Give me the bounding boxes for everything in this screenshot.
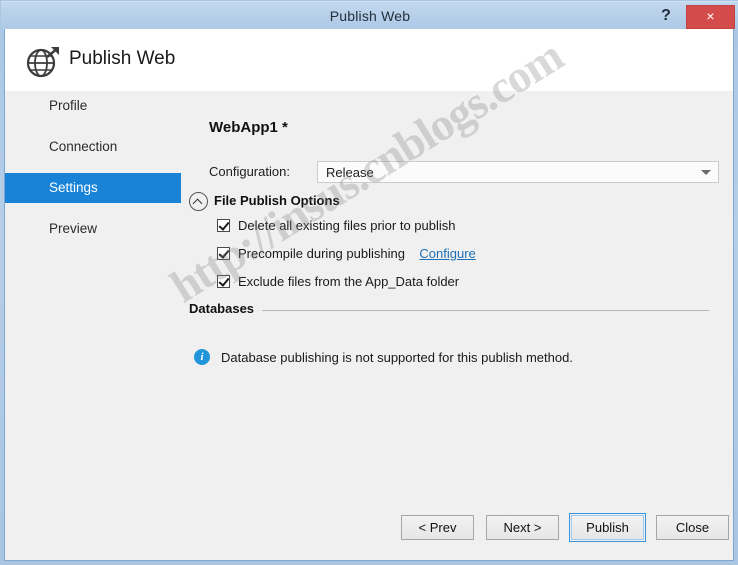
close-window-button[interactable]: × (686, 5, 735, 29)
sidebar-item-label: Settings (49, 180, 98, 195)
publish-web-dialog: Publish Web ? × Publish Web Profile Conn… (0, 0, 738, 565)
section-title: File Publish Options (214, 193, 340, 208)
file-publish-options-section: File Publish Options Delete all existing… (189, 191, 709, 297)
databases-group: Databases i Database publishing is not s… (189, 301, 709, 369)
configure-link[interactable]: Configure (419, 246, 475, 261)
precompile-during-publishing-checkbox[interactable] (217, 247, 230, 260)
sidebar-item-label: Profile (49, 98, 88, 113)
configuration-select[interactable]: Release (317, 161, 719, 183)
exclude-app-data-checkbox[interactable] (217, 275, 230, 288)
sidebar-item-label: Connection (49, 139, 118, 154)
title-bar: Publish Web ? × (1, 1, 738, 29)
page-title: Publish Web (69, 48, 176, 69)
globe-publish-icon (25, 43, 63, 81)
file-publish-options-header[interactable]: File Publish Options (189, 191, 709, 213)
checkbox-row[interactable]: Delete all existing files prior to publi… (189, 216, 709, 241)
group-title: Databases (189, 301, 263, 316)
checkbox-row[interactable]: Exclude files from the App_Data folder (189, 272, 709, 297)
main-panel: WebApp1 * Configuration: Release File Pu… (181, 91, 733, 500)
configuration-value: Release (326, 165, 374, 180)
sidebar: Profile Connection Settings Preview (5, 91, 181, 560)
configuration-label: Configuration: (209, 164, 290, 179)
chevron-up-icon[interactable] (189, 192, 208, 211)
info-icon: i (194, 349, 210, 365)
sidebar-item-preview[interactable]: Preview (5, 214, 181, 244)
app-name-heading: WebApp1 * (209, 119, 288, 136)
header-strip: Publish Web (5, 29, 733, 91)
next-button[interactable]: Next > (486, 515, 559, 540)
window-title: Publish Web (329, 8, 411, 24)
configuration-row: Configuration: Release (209, 161, 719, 183)
sidebar-item-connection[interactable]: Connection (5, 132, 181, 162)
checkbox-label: Delete all existing files prior to publi… (238, 218, 456, 233)
dialog-inner: Publish Web ? × Publish Web Profile Conn… (1, 1, 738, 561)
sidebar-item-label: Preview (49, 221, 98, 236)
databases-group-header: Databases (189, 301, 709, 319)
delete-existing-files-checkbox[interactable] (217, 219, 230, 232)
publish-button[interactable]: Publish (569, 513, 646, 542)
database-info-message: Database publishing is not supported for… (221, 350, 573, 365)
dialog-body: Publish Web Profile Connection Settings … (5, 29, 733, 560)
prev-button[interactable]: < Prev (401, 515, 474, 540)
dialog-footer: < Prev Next > Publish Close (5, 500, 733, 560)
sidebar-item-settings[interactable]: Settings (5, 173, 181, 203)
close-button[interactable]: Close (656, 515, 729, 540)
checkbox-row[interactable]: Precompile during publishing Configure (189, 244, 709, 269)
chevron-down-icon (701, 170, 711, 175)
database-info-row: i Database publishing is not supported f… (189, 349, 709, 369)
divider (189, 310, 709, 311)
checkbox-label: Exclude files from the App_Data folder (238, 274, 460, 289)
sidebar-item-profile[interactable]: Profile (5, 91, 181, 121)
help-button[interactable]: ? (653, 3, 679, 29)
checkbox-label: Precompile during publishing (238, 246, 405, 261)
